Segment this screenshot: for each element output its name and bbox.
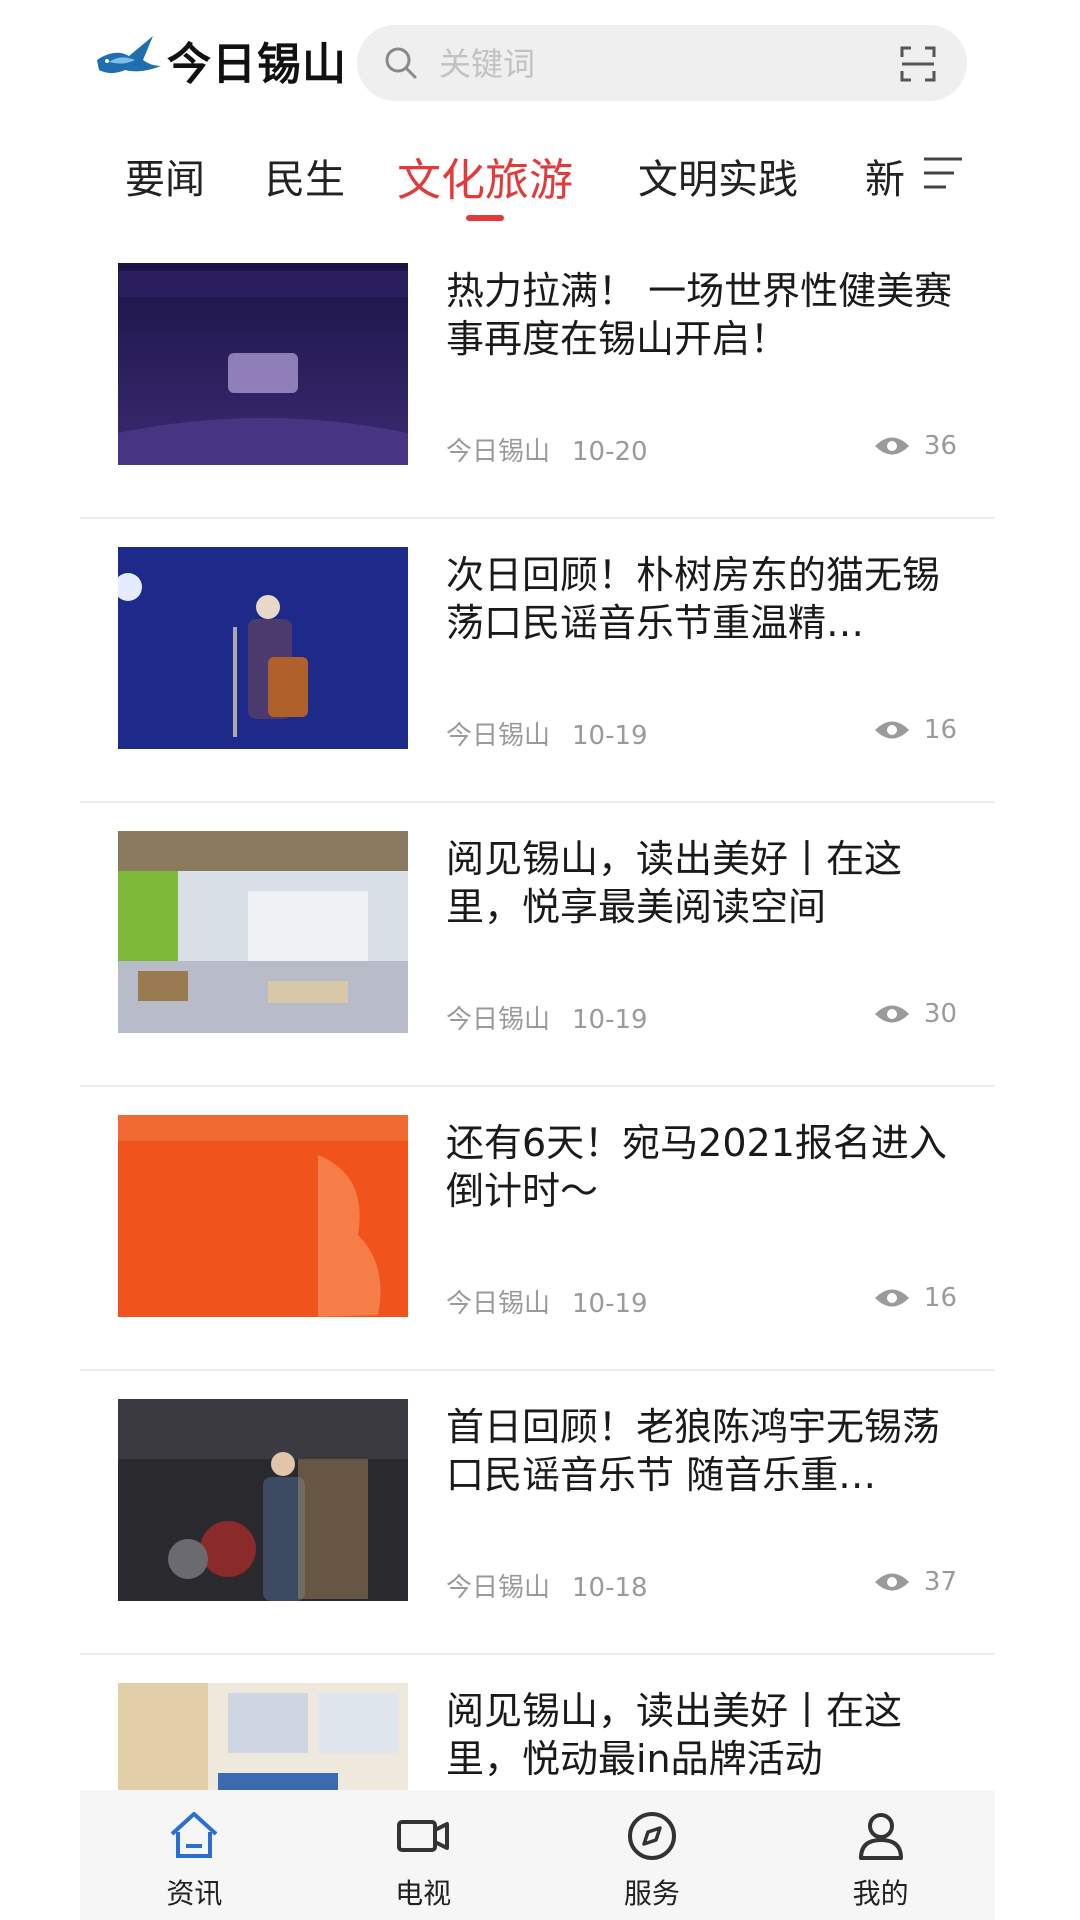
video-icon <box>397 1820 450 1852</box>
tab-overflow: 新 <box>865 125 905 235</box>
eye-icon <box>874 1289 909 1307</box>
view-count: 30 <box>874 999 957 1029</box>
article-item[interactable]: 首日回顾！老狼陈鸿宇无锡荡口民谣音乐节 随音乐重… 今日锡山 10-18 37 <box>80 1371 995 1655</box>
view-count-value: 16 <box>923 1283 957 1313</box>
article-title[interactable]: 热力拉满！ 一场世界性健美赛事再度在锡山开启！ <box>446 267 956 363</box>
article-item[interactable]: 还有6天！宛马2021报名进入倒计时～ 今日锡山 10-19 16 <box>80 1087 995 1371</box>
app-logo[interactable]: 今日锡山 <box>95 28 355 92</box>
article-meta: 今日锡山 10-19 <box>446 999 648 1036</box>
article-source: 今日锡山 <box>446 437 551 467</box>
article-meta: 今日锡山 10-20 <box>446 431 648 468</box>
article-thumbnail <box>118 1115 408 1317</box>
nav-services[interactable]: 服务 <box>538 1790 767 1920</box>
article-date: 10-19 <box>572 721 648 751</box>
article-thumbnail <box>118 1399 408 1601</box>
article-date: 10-18 <box>572 1573 648 1603</box>
search-icon <box>385 47 417 79</box>
article-title[interactable]: 首日回顾！老狼陈鸿宇无锡荡口民谣音乐节 随音乐重… <box>446 1403 956 1499</box>
eye-icon <box>874 1005 909 1023</box>
article-title[interactable]: 阅见锡山，读出美好丨在这里，悦享最美阅读空间 <box>446 835 956 931</box>
bird-logo-icon <box>95 30 163 90</box>
article-thumbnail <box>118 1683 408 1790</box>
article-meta: 今日锡山 10-19 <box>446 1283 648 1320</box>
article-meta: 今日锡山 10-19 <box>446 715 648 752</box>
article-item[interactable]: 阅见锡山，读出美好丨在这里，悦享最美阅读空间 今日锡山 10-19 30 <box>80 803 995 1087</box>
menu-icon[interactable] <box>920 153 966 193</box>
view-count-value: 36 <box>923 431 957 461</box>
article-source: 今日锡山 <box>446 721 551 751</box>
eye-icon <box>874 721 909 739</box>
nav-label: 我的 <box>852 1877 909 1910</box>
compass-icon <box>627 1812 676 1860</box>
article-title[interactable]: 次日回顾！朴树房东的猫无锡荡口民谣音乐节重温精… <box>446 551 956 647</box>
article-source: 今日锡山 <box>446 1573 551 1603</box>
view-count-value: 37 <box>923 1567 957 1597</box>
nav-label: 资讯 <box>166 1877 223 1910</box>
home-icon <box>171 1812 218 1858</box>
active-tab-indicator <box>466 215 504 221</box>
article-source: 今日锡山 <box>446 1289 551 1319</box>
article-item[interactable]: 热力拉满！ 一场世界性健美赛事再度在锡山开启！ 今日锡山 10-20 36 <box>80 235 995 519</box>
article-title[interactable]: 还有6天！宛马2021报名进入倒计时～ <box>446 1119 956 1215</box>
nav-news[interactable]: 资讯 <box>80 1790 309 1920</box>
article-thumbnail <box>118 831 408 1033</box>
view-count-value: 16 <box>923 715 957 745</box>
nav-label: 电视 <box>395 1877 452 1910</box>
eye-icon <box>874 437 909 455</box>
user-icon <box>858 1813 903 1860</box>
view-count: 36 <box>874 431 957 461</box>
tab-civilization-practice[interactable]: 文明实践 <box>638 147 798 205</box>
article-date: 10-20 <box>572 437 648 467</box>
view-count: 37 <box>874 1567 957 1597</box>
bottom-navigation: 资讯 电视 服务 我的 <box>80 1790 995 1920</box>
article-meta: 今日锡山 10-18 <box>446 1567 648 1604</box>
category-tabs: 要闻 民生 文化旅游 文明实践 新 <box>0 125 1080 235</box>
eye-icon <box>874 1573 909 1591</box>
tab-livelihood[interactable]: 民生 <box>265 147 345 205</box>
tab-headlines[interactable]: 要闻 <box>125 147 205 205</box>
article-date: 10-19 <box>572 1005 648 1035</box>
search-bar[interactable] <box>357 25 967 101</box>
article-thumbnail <box>118 263 408 465</box>
nav-tv[interactable]: 电视 <box>309 1790 538 1920</box>
view-count-value: 30 <box>923 999 957 1029</box>
scan-icon[interactable] <box>899 45 937 83</box>
view-count: 16 <box>874 1283 957 1313</box>
tab-partial[interactable]: 新 <box>865 147 905 205</box>
article-item[interactable]: 次日回顾！朴树房东的猫无锡荡口民谣音乐节重温精… 今日锡山 10-19 16 <box>80 519 995 803</box>
nav-label: 服务 <box>623 1877 680 1910</box>
article-title[interactable]: 阅见锡山，读出美好丨在这里，悦动最in品牌活动 <box>446 1687 956 1783</box>
tab-culture-tourism[interactable]: 文化旅游 <box>397 144 573 208</box>
nav-profile[interactable]: 我的 <box>766 1790 995 1920</box>
article-source: 今日锡山 <box>446 1005 551 1035</box>
view-count: 16 <box>874 715 957 745</box>
logo-text: 今日锡山 <box>167 39 347 90</box>
article-list: 热力拉满！ 一场世界性健美赛事再度在锡山开启！ 今日锡山 10-20 36 次日回… <box>80 235 995 1790</box>
article-date: 10-19 <box>572 1289 648 1319</box>
header: 今日锡山 <box>0 0 1080 125</box>
article-thumbnail <box>118 547 408 749</box>
search-input[interactable] <box>437 37 841 91</box>
article-item[interactable]: 阅见锡山，读出美好丨在这里，悦动最in品牌活动 <box>80 1655 995 1790</box>
